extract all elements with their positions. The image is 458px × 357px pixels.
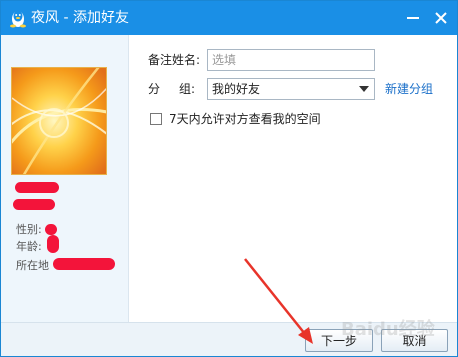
allow-view-space-checkbox[interactable] <box>150 113 162 125</box>
next-button[interactable]: 下一步 <box>305 329 373 352</box>
title-bar[interactable]: 夜风 - 添加好友 <box>1 1 457 35</box>
redacted-nickname <box>15 182 59 193</box>
location-label: 所在地 <box>16 259 49 272</box>
profile-panel: 性别: 年龄: 所在地 <box>1 35 129 322</box>
cancel-button[interactable]: 取消 <box>381 329 448 352</box>
group-select-value: 我的好友 <box>212 82 261 96</box>
minimize-icon[interactable] <box>403 9 423 27</box>
age-label: 年龄: <box>16 240 42 253</box>
window-title: 夜风 - 添加好友 <box>31 10 129 26</box>
group-label-part2: 组: <box>179 82 196 96</box>
dialog-footer: 下一步 取消 <box>1 322 457 356</box>
group-label-part1: 分 <box>148 82 161 96</box>
add-friend-dialog: 夜风 - 添加好友 性别: 年龄: 所在地 备注姓名: 选填 分 组: 我的好友… <box>0 0 458 357</box>
avatar <box>11 67 107 175</box>
remark-name-label: 备注姓名: <box>148 53 201 67</box>
redacted-age <box>47 235 59 253</box>
redacted-id <box>13 199 55 210</box>
close-icon[interactable] <box>431 9 451 27</box>
qq-penguin-icon <box>9 8 27 28</box>
redacted-location <box>53 258 115 270</box>
dropdown-arrow-icon[interactable] <box>359 86 369 92</box>
redacted-gender <box>45 224 57 235</box>
remark-name-input[interactable] <box>207 49 375 71</box>
new-group-link[interactable]: 新建分组 <box>385 82 433 96</box>
group-select[interactable]: 我的好友 <box>207 78 375 100</box>
allow-view-space-label[interactable]: 7天内允许对方查看我的空间 <box>169 112 321 126</box>
gender-label: 性别: <box>16 223 42 236</box>
